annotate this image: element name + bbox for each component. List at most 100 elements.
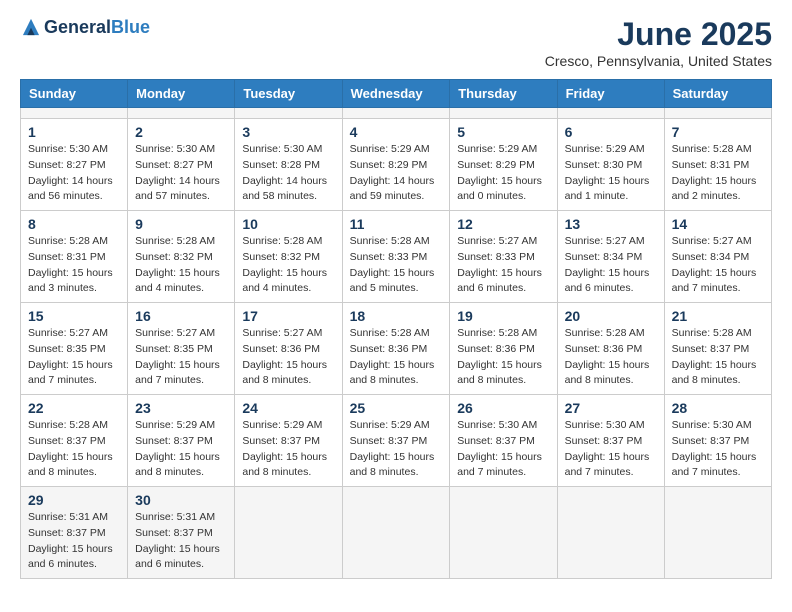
- calendar-cell: [557, 487, 664, 579]
- day-number: 18: [350, 308, 443, 324]
- cell-text: Sunrise: 5:29 AMSunset: 8:29 PMDaylight:…: [350, 142, 443, 205]
- calendar-cell: 7 Sunrise: 5:28 AMSunset: 8:31 PMDaylight…: [664, 119, 771, 211]
- calendar-cell: [557, 108, 664, 119]
- cell-text: Sunrise: 5:28 AMSunset: 8:36 PMDaylight:…: [350, 326, 443, 389]
- day-number: 6: [565, 124, 657, 140]
- calendar-week-row: 29 Sunrise: 5:31 AMSunset: 8:37 PMDayligh…: [21, 487, 772, 579]
- calendar-cell: 3Sunrise: 5:30 AMSunset: 8:28 PMDaylight…: [235, 119, 342, 211]
- cell-text: Sunrise: 5:27 AMSunset: 8:36 PMDaylight:…: [242, 326, 334, 389]
- calendar-cell: 26 Sunrise: 5:30 AMSunset: 8:37 PMDayligh…: [450, 395, 557, 487]
- calendar-cell: 1 Sunrise: 5:30 AMSunset: 8:27 PMDaylight…: [21, 119, 128, 211]
- day-number: 15: [28, 308, 120, 324]
- page-header: GeneralBlue June 2025 Cresco, Pennsylvan…: [20, 16, 772, 69]
- day-number: 7: [672, 124, 764, 140]
- calendar-cell: [664, 487, 771, 579]
- calendar-cell: 23 Sunrise: 5:29 AMSunset: 8:37 PMDayligh…: [128, 395, 235, 487]
- cell-text: Sunrise: 5:28 AMSunset: 8:37 PMDaylight:…: [672, 326, 764, 389]
- cell-text: Sunrise: 5:29 AMSunset: 8:37 PMDaylight:…: [135, 418, 227, 481]
- calendar-cell: 28 Sunrise: 5:30 AMSunset: 8:37 PMDayligh…: [664, 395, 771, 487]
- day-number: 10: [242, 216, 334, 232]
- day-number: 30: [135, 492, 227, 508]
- calendar-cell: 6 Sunrise: 5:29 AMSunset: 8:30 PMDaylight…: [557, 119, 664, 211]
- cell-text: Sunrise: 5:27 AMSunset: 8:33 PMDaylight:…: [457, 234, 549, 297]
- calendar-cell: 18 Sunrise: 5:28 AMSunset: 8:36 PMDayligh…: [342, 303, 450, 395]
- logo-blue: Blue: [111, 17, 150, 37]
- calendar-header-row: SundayMondayTuesdayWednesdayThursdayFrid…: [21, 80, 772, 108]
- cell-text: Sunrise: 5:29 AMSunset: 8:30 PMDaylight:…: [565, 142, 657, 205]
- calendar-cell: 14Sunrise: 5:27 AMSunset: 8:34 PMDayligh…: [664, 211, 771, 303]
- calendar-cell: 15 Sunrise: 5:27 AMSunset: 8:35 PMDayligh…: [21, 303, 128, 395]
- day-number: 11: [350, 216, 443, 232]
- day-number: 3: [242, 124, 334, 140]
- calendar-cell: 19Sunrise: 5:28 AMSunset: 8:36 PMDayligh…: [450, 303, 557, 395]
- day-number: 20: [565, 308, 657, 324]
- calendar-cell: 2 Sunrise: 5:30 AMSunset: 8:27 PMDaylight…: [128, 119, 235, 211]
- calendar-table: SundayMondayTuesdayWednesdayThursdayFrid…: [20, 79, 772, 579]
- day-number: 1: [28, 124, 120, 140]
- day-number: 21: [672, 308, 764, 324]
- day-number: 16: [135, 308, 227, 324]
- day-number: 5: [457, 124, 549, 140]
- day-number: 26: [457, 400, 549, 416]
- calendar-cell: 17Sunrise: 5:27 AMSunset: 8:36 PMDayligh…: [235, 303, 342, 395]
- cell-text: Sunrise: 5:27 AMSunset: 8:34 PMDaylight:…: [565, 234, 657, 297]
- day-number: 29: [28, 492, 120, 508]
- calendar-cell: [235, 108, 342, 119]
- calendar-cell: 12Sunrise: 5:27 AMSunset: 8:33 PMDayligh…: [450, 211, 557, 303]
- day-number: 2: [135, 124, 227, 140]
- cell-text: Sunrise: 5:29 AMSunset: 8:29 PMDaylight:…: [457, 142, 549, 205]
- calendar-cell: 10Sunrise: 5:28 AMSunset: 8:32 PMDayligh…: [235, 211, 342, 303]
- calendar-week-row: 22 Sunrise: 5:28 AMSunset: 8:37 PMDayligh…: [21, 395, 772, 487]
- day-number: 4: [350, 124, 443, 140]
- cell-text: Sunrise: 5:28 AMSunset: 8:33 PMDaylight:…: [350, 234, 443, 297]
- day-number: 8: [28, 216, 120, 232]
- calendar-cell: 9Sunrise: 5:28 AMSunset: 8:32 PMDaylight…: [128, 211, 235, 303]
- cell-text: Sunrise: 5:30 AMSunset: 8:37 PMDaylight:…: [672, 418, 764, 481]
- calendar-cell: [450, 487, 557, 579]
- calendar-cell: 11 Sunrise: 5:28 AMSunset: 8:33 PMDayligh…: [342, 211, 450, 303]
- calendar-cell: 13 Sunrise: 5:27 AMSunset: 8:34 PMDayligh…: [557, 211, 664, 303]
- cell-text: Sunrise: 5:28 AMSunset: 8:31 PMDaylight:…: [28, 234, 120, 297]
- calendar-cell: 29 Sunrise: 5:31 AMSunset: 8:37 PMDayligh…: [21, 487, 128, 579]
- calendar-cell: 5 Sunrise: 5:29 AMSunset: 8:29 PMDaylight…: [450, 119, 557, 211]
- cell-text: Sunrise: 5:30 AMSunset: 8:27 PMDaylight:…: [28, 142, 120, 205]
- day-number: 28: [672, 400, 764, 416]
- cell-text: Sunrise: 5:28 AMSunset: 8:36 PMDaylight:…: [457, 326, 549, 389]
- day-of-week-header: Thursday: [450, 80, 557, 108]
- day-number: 22: [28, 400, 120, 416]
- cell-text: Sunrise: 5:27 AMSunset: 8:35 PMDaylight:…: [28, 326, 120, 389]
- calendar-cell: 22 Sunrise: 5:28 AMSunset: 8:37 PMDayligh…: [21, 395, 128, 487]
- location: Cresco, Pennsylvania, United States: [545, 53, 772, 69]
- cell-text: Sunrise: 5:31 AMSunset: 8:37 PMDaylight:…: [135, 510, 227, 573]
- calendar-cell: [450, 108, 557, 119]
- calendar-cell: 16Sunrise: 5:27 AMSunset: 8:35 PMDayligh…: [128, 303, 235, 395]
- cell-text: Sunrise: 5:28 AMSunset: 8:31 PMDaylight:…: [672, 142, 764, 205]
- day-number: 24: [242, 400, 334, 416]
- calendar-cell: 24Sunrise: 5:29 AMSunset: 8:37 PMDayligh…: [235, 395, 342, 487]
- day-number: 25: [350, 400, 443, 416]
- day-number: 27: [565, 400, 657, 416]
- calendar-cell: 20 Sunrise: 5:28 AMSunset: 8:36 PMDayligh…: [557, 303, 664, 395]
- logo: GeneralBlue: [20, 16, 150, 38]
- day-of-week-header: Friday: [557, 80, 664, 108]
- calendar-week-row: 1 Sunrise: 5:30 AMSunset: 8:27 PMDaylight…: [21, 119, 772, 211]
- calendar-cell: [342, 487, 450, 579]
- calendar-cell: 4 Sunrise: 5:29 AMSunset: 8:29 PMDaylight…: [342, 119, 450, 211]
- cell-text: Sunrise: 5:30 AMSunset: 8:27 PMDaylight:…: [135, 142, 227, 205]
- calendar-week-row: 15 Sunrise: 5:27 AMSunset: 8:35 PMDayligh…: [21, 303, 772, 395]
- calendar-week-row: 8 Sunrise: 5:28 AMSunset: 8:31 PMDaylight…: [21, 211, 772, 303]
- logo-general: General: [44, 17, 111, 37]
- cell-text: Sunrise: 5:28 AMSunset: 8:37 PMDaylight:…: [28, 418, 120, 481]
- cell-text: Sunrise: 5:28 AMSunset: 8:36 PMDaylight:…: [565, 326, 657, 389]
- calendar-cell: 8 Sunrise: 5:28 AMSunset: 8:31 PMDaylight…: [21, 211, 128, 303]
- calendar-cell: 30 Sunrise: 5:31 AMSunset: 8:37 PMDayligh…: [128, 487, 235, 579]
- day-of-week-header: Saturday: [664, 80, 771, 108]
- logo-icon: [20, 16, 42, 38]
- cell-text: Sunrise: 5:30 AMSunset: 8:37 PMDaylight:…: [457, 418, 549, 481]
- day-number: 13: [565, 216, 657, 232]
- cell-text: Sunrise: 5:31 AMSunset: 8:37 PMDaylight:…: [28, 510, 120, 573]
- day-number: 23: [135, 400, 227, 416]
- cell-text: Sunrise: 5:28 AMSunset: 8:32 PMDaylight:…: [135, 234, 227, 297]
- cell-text: Sunrise: 5:29 AMSunset: 8:37 PMDaylight:…: [350, 418, 443, 481]
- logo-text: GeneralBlue: [44, 17, 150, 38]
